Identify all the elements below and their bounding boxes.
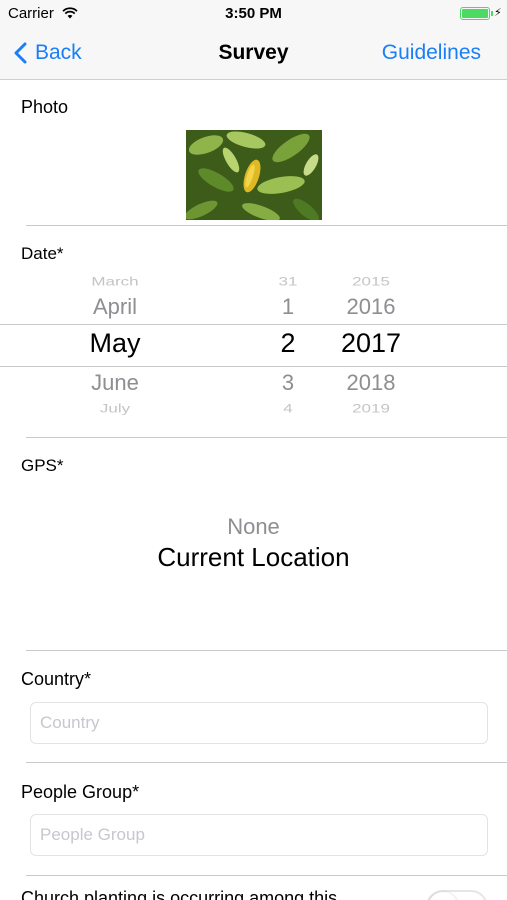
country-input[interactable] [30,702,488,744]
battery-fill [462,9,488,18]
survey-photo[interactable] [186,130,322,220]
guidelines-button[interactable]: Guidelines [382,41,481,65]
picker-day-option[interactable]: 31 [248,275,328,289]
status-time: 3:50 PM [225,5,282,22]
photo-divider [26,225,507,226]
church-planting-label: Church planting is occurring among this [21,888,338,900]
picker-year-option[interactable]: 2018 [318,370,424,396]
picker-month-option[interactable]: March [40,275,190,289]
status-bar: Carrier 3:50 PM ⚡ [0,0,507,28]
gps-option-none[interactable]: None [0,514,507,540]
people-group-input[interactable] [30,814,488,856]
back-button[interactable]: Back [14,40,82,66]
country-divider [26,762,507,763]
picker-year-option[interactable]: 2015 [318,275,424,289]
picker-day-option[interactable]: 4 [248,402,328,416]
picker-year-selected[interactable]: 2017 [318,328,424,359]
gps-option-current-location[interactable]: Current Location [0,542,507,573]
picker-day-option[interactable]: 1 [248,294,328,320]
picker-month-selected[interactable]: May [40,328,190,359]
battery-icon [460,7,490,20]
battery-tip [491,11,493,16]
country-label: Country* [21,669,92,689]
picker-year-option[interactable]: 2019 [318,402,424,416]
picker-day-selected[interactable]: 2 [248,328,328,359]
church-planting-toggle[interactable] [426,890,488,900]
picker-year-option[interactable]: 2016 [318,294,424,320]
chevron-left-icon [14,42,27,64]
gps-divider [26,650,507,651]
date-divider [26,437,507,438]
date-picker[interactable]: March April May June July 31 1 2 3 4 201… [0,266,507,421]
photo-label: Photo [21,97,69,117]
navigation-bar: Back Survey Guidelines [0,28,507,80]
people-group-divider [26,875,507,876]
date-label: Date* [21,244,64,263]
people-group-label: People Group* [21,782,140,802]
picker-month-option[interactable]: April [40,294,190,320]
picker-month-option[interactable]: July [40,402,190,416]
leaf-photo-image [186,130,322,220]
toggle-knob [428,892,458,900]
charging-bolt-icon: ⚡ [494,7,502,19]
picker-day-option[interactable]: 3 [248,370,328,396]
picker-selection-bottom-line [0,366,507,367]
gps-label: GPS* [21,456,64,475]
picker-month-option[interactable]: June [40,370,190,396]
back-button-label: Back [35,41,82,64]
picker-selection-top-line [0,324,507,325]
